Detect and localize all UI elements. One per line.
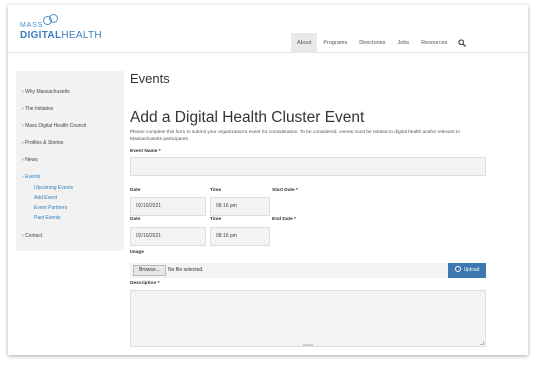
description-label: Description * bbox=[130, 281, 160, 286]
start-date-field-label: Start Date * bbox=[272, 188, 298, 193]
nav-item-programs[interactable]: Programs bbox=[317, 33, 353, 53]
nav-item-about[interactable]: About bbox=[291, 33, 318, 53]
form-title: Add a Digital Health Cluster Event bbox=[130, 109, 365, 126]
site-header: MASS DIGITALHEALTH About Programs Direct… bbox=[8, 5, 528, 53]
upload-icon bbox=[454, 265, 461, 272]
sidebar-item-contact[interactable]: › Contact bbox=[22, 233, 42, 239]
start-date-input[interactable]: 02/10/2021 bbox=[130, 197, 206, 216]
sidebar-item-label: Contact bbox=[25, 233, 43, 239]
start-time-input[interactable]: 08:16 pm bbox=[210, 197, 270, 216]
nav-item-jobs[interactable]: Jobs bbox=[392, 33, 416, 53]
logo-digital-word: DIGITAL bbox=[20, 30, 62, 41]
end-time-input[interactable]: 08:16 pm bbox=[210, 227, 270, 246]
logo-digital-health-text: DIGITALHEALTH bbox=[20, 30, 102, 41]
file-status-text: No file selected. bbox=[168, 267, 204, 273]
sidebar-subitem-add-event[interactable]: Add Event bbox=[34, 195, 57, 201]
logo-health-word: HEALTH bbox=[61, 30, 102, 41]
sidebar: › Why Massachusetts › The Initiative › M… bbox=[16, 71, 124, 251]
sidebar-item-label: Profiles & Stories bbox=[25, 140, 64, 146]
image-file-input: Browse... No file selected. Upload bbox=[130, 263, 486, 278]
form-intro-text: Please complete this form to submit your… bbox=[130, 130, 460, 142]
end-date-label: Date bbox=[130, 217, 141, 222]
end-date-input[interactable]: 02/10/2021 bbox=[130, 227, 206, 246]
upload-button-label: Upload bbox=[463, 267, 480, 273]
sidebar-item-news[interactable]: › News bbox=[22, 157, 38, 163]
sidebar-item-the-initiative[interactable]: › The Initiative bbox=[22, 106, 53, 112]
sidebar-item-label: Events bbox=[25, 174, 41, 180]
event-name-input[interactable] bbox=[130, 157, 486, 176]
image-label: Image bbox=[130, 250, 144, 255]
logo-circles-icon bbox=[43, 14, 63, 26]
nav-item-resources[interactable]: Resources bbox=[415, 33, 453, 53]
sidebar-subitem-event-partners[interactable]: Event Partners bbox=[34, 205, 67, 211]
sidebar-item-why-massachusetts[interactable]: › Why Massachusetts bbox=[22, 89, 70, 95]
upload-button[interactable]: Upload bbox=[448, 263, 486, 278]
resize-handle-icon[interactable] bbox=[480, 341, 484, 345]
main-nav: About Programs Directories Jobs Resource… bbox=[291, 33, 467, 53]
start-time-label: Time bbox=[210, 188, 222, 193]
sidebar-item-council[interactable]: › Mass Digital Health Council bbox=[22, 123, 86, 129]
sidebar-item-profiles-stories[interactable]: › Profiles & Stories bbox=[22, 140, 63, 146]
textarea-grip bbox=[303, 344, 313, 346]
search-icon[interactable] bbox=[457, 33, 467, 53]
event-name-label: Event Name * bbox=[130, 149, 161, 154]
browse-button[interactable]: Browse... bbox=[133, 265, 166, 276]
end-time-label: Time bbox=[210, 217, 222, 222]
sidebar-item-label: Why Massachusetts bbox=[25, 89, 70, 95]
sidebar-item-label: The Initiative bbox=[24, 106, 54, 112]
page-title: Events bbox=[130, 71, 170, 86]
sidebar-item-events[interactable]: › Events bbox=[22, 174, 40, 180]
description-textarea[interactable] bbox=[130, 290, 486, 347]
start-date-label: Date bbox=[130, 188, 141, 193]
sidebar-subitem-past-events[interactable]: Past Events bbox=[34, 215, 61, 221]
end-date-field-label: End Date * bbox=[272, 217, 296, 222]
sidebar-subitem-upcoming-events[interactable]: Upcoming Events bbox=[34, 185, 73, 191]
browser-page: MASS DIGITALHEALTH About Programs Direct… bbox=[8, 5, 528, 355]
sidebar-item-label: Mass Digital Health Council bbox=[25, 123, 87, 129]
sidebar-item-label: News bbox=[25, 157, 38, 163]
logo-mass-text: MASS bbox=[20, 22, 44, 29]
nav-item-directories[interactable]: Directories bbox=[353, 33, 391, 53]
